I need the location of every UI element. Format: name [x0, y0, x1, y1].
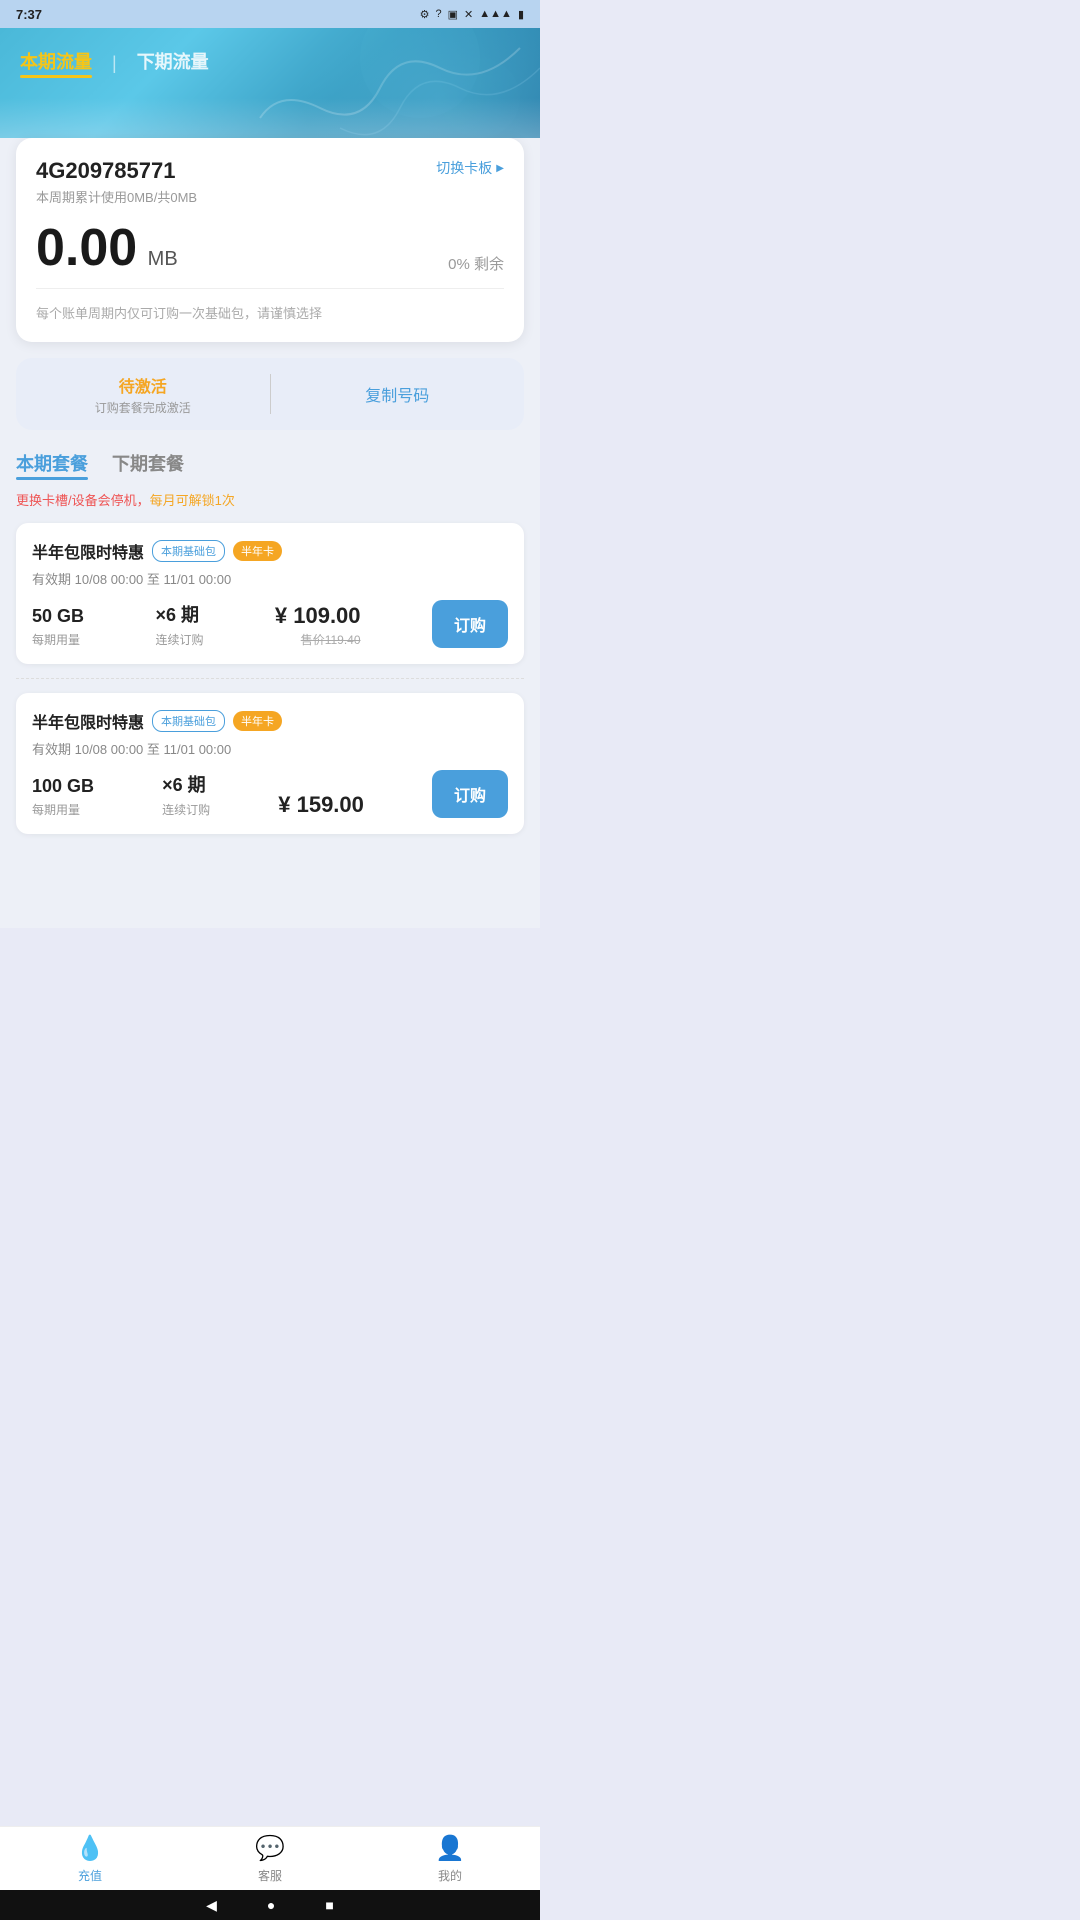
activation-status: 待激活: [119, 373, 167, 397]
pkg-periods-label-1: 连续订购: [155, 631, 203, 648]
package-section: 本期套餐 下期套餐 更换卡槽/设备会停机，每月可解锁1次 半年包限时特惠 本期基…: [16, 450, 524, 834]
activation-status-sub: 订购套餐完成激活: [95, 399, 191, 416]
sim-sub-text: 本周期累计使用0MB/共0MB: [36, 187, 197, 206]
battery-icon: ▮: [518, 8, 524, 21]
pkg-data-value-2: 100 GB: [32, 776, 94, 797]
pkg-price-1: ¥ 109.00: [275, 603, 361, 629]
pkg-badge-orange-2: 半年卡: [233, 711, 282, 731]
sim-info-left: 4G209785771 本周期累计使用0MB/共0MB: [36, 158, 197, 206]
tab-divider: |: [112, 53, 117, 74]
pkg-original-price-1: 售价119.40: [301, 631, 361, 648]
bottom-nav: 💧 充值 💬 客服 👤 我的: [0, 1826, 540, 1890]
main-content: 4G209785771 本周期累计使用0MB/共0MB 切换卡板 0.00 MB…: [0, 138, 540, 928]
pkg-title-row-2: 半年包限时特惠 本期基础包 半年卡: [32, 709, 508, 733]
tab-next-flow[interactable]: 下期流量: [137, 48, 209, 78]
pkg-periods-value-2: ×6 期: [162, 771, 210, 797]
status-bar: 7:37 ⚙ ? ▣ ✕ ▲▲▲ ▮: [0, 0, 540, 28]
pkg-data-amount-2: 100 GB 每期用量: [32, 776, 94, 818]
copy-number-area[interactable]: 复制号码: [271, 382, 525, 406]
pkg-badge-orange-1: 半年卡: [233, 541, 282, 561]
copy-number-button[interactable]: 复制号码: [365, 382, 429, 406]
status-icons: ⚙ ? ▣ ✕ ▲▲▲ ▮: [420, 8, 524, 21]
signal-icon: ▲▲▲: [479, 8, 512, 20]
mine-icon: 👤: [435, 1834, 465, 1863]
pkg-buy-button-1[interactable]: 订购: [432, 600, 508, 648]
sim-id: 4G209785771: [36, 158, 197, 184]
signal-no-icon: ✕: [464, 8, 473, 21]
pkg-badge-blue-1: 本期基础包: [152, 540, 225, 562]
usage-percent: 0% 剩余: [448, 253, 504, 274]
service-icon: 💬: [255, 1834, 285, 1863]
pkg-validity-1: 有效期 10/08 00:00 至 11/01 00:00: [32, 569, 508, 588]
percent-value: 0%: [448, 256, 470, 273]
recharge-icon: 💧: [75, 1834, 105, 1863]
warning-highlight: 每月可解锁1次: [150, 493, 235, 508]
pkg-title-1: 半年包限时特惠: [32, 539, 144, 563]
pkg-validity-2: 有效期 10/08 00:00 至 11/01 00:00: [32, 739, 508, 758]
pkg-data-amount-1: 50 GB 每期用量: [32, 606, 84, 648]
tab-next-package[interactable]: 下期套餐: [112, 450, 184, 480]
usage-display: 0.00 MB 0% 剩余: [36, 222, 504, 274]
tab-current-flow[interactable]: 本期流量: [20, 48, 92, 78]
action-row: 待激活 订购套餐完成激活 复制号码: [16, 358, 524, 430]
activation-status-area: 待激活 订购套餐完成激活: [16, 373, 270, 416]
pkg-details-row-1: 50 GB 每期用量 ×6 期 连续订购 ¥ 109.00 售价119.40 订…: [32, 600, 508, 648]
nav-item-service[interactable]: 💬 客服: [180, 1834, 360, 1884]
pkg-price-col-1: ¥ 109.00 售价119.40: [275, 603, 361, 648]
pkg-price-col-2: ¥ 159.00: [278, 792, 364, 818]
tab-current-package[interactable]: 本期套餐: [16, 450, 88, 480]
usage-number: 0.00: [36, 219, 137, 277]
package-item-1: 半年包限时特惠 本期基础包 半年卡 有效期 10/08 00:00 至 11/0…: [16, 523, 524, 664]
warning-main: 更换卡槽/设备会停机，: [16, 493, 150, 508]
card-header: 4G209785771 本周期累计使用0MB/共0MB 切换卡板: [36, 158, 504, 206]
recharge-label: 充值: [78, 1867, 102, 1884]
pkg-badge-blue-2: 本期基础包: [152, 710, 225, 732]
nav-item-mine[interactable]: 👤 我的: [360, 1834, 540, 1884]
pkg-divider: [16, 678, 524, 679]
service-label: 客服: [258, 1867, 282, 1884]
warning-text: 更换卡槽/设备会停机，每月可解锁1次: [16, 490, 524, 509]
system-nav-bar: ◀ ● ■: [0, 1890, 540, 1920]
header-tabs: 本期流量 | 下期流量: [20, 48, 520, 94]
pkg-periods-1: ×6 期 连续订购: [155, 601, 203, 648]
sim-icon: ▣: [448, 8, 458, 21]
package-item-2: 半年包限时特惠 本期基础包 半年卡 有效期 10/08 00:00 至 11/0…: [16, 693, 524, 834]
usage-divider-line: [36, 288, 504, 289]
back-button[interactable]: ◀: [206, 1897, 217, 1914]
nav-item-recharge[interactable]: 💧 充值: [0, 1834, 180, 1884]
switch-card-button[interactable]: 切换卡板: [436, 158, 504, 178]
recent-button[interactable]: ■: [325, 1897, 333, 1913]
settings-icon: ⚙: [420, 8, 430, 21]
pkg-title-row-1: 半年包限时特惠 本期基础包 半年卡: [32, 539, 508, 563]
pkg-periods-value-1: ×6 期: [155, 601, 203, 627]
pkg-buy-button-2[interactable]: 订购: [432, 770, 508, 818]
pkg-periods-label-2: 连续订购: [162, 801, 210, 818]
pkg-details-row-2: 100 GB 每期用量 ×6 期 连续订购 ¥ 159.00 订购: [32, 770, 508, 818]
mine-label: 我的: [438, 1867, 462, 1884]
pkg-price-2: ¥ 159.00: [278, 792, 364, 818]
pkg-data-value-1: 50 GB: [32, 606, 84, 627]
pkg-data-label-2: 每期用量: [32, 801, 94, 818]
sim-info-card: 4G209785771 本周期累计使用0MB/共0MB 切换卡板 0.00 MB…: [16, 138, 524, 342]
package-tabs: 本期套餐 下期套餐: [16, 450, 524, 480]
usage-note: 每个账单周期内仅可订购一次基础包，请谨慎选择: [36, 303, 504, 322]
usage-value-container: 0.00 MB: [36, 222, 178, 274]
remain-label: 剩余: [474, 256, 504, 273]
help-icon: ?: [436, 8, 442, 20]
usage-unit: MB: [148, 248, 178, 270]
pkg-periods-2: ×6 期 连续订购: [162, 771, 210, 818]
home-button[interactable]: ●: [267, 1897, 275, 1913]
pkg-data-label-1: 每期用量: [32, 631, 84, 648]
pkg-title-2: 半年包限时特惠: [32, 709, 144, 733]
status-time: 7:37: [16, 7, 42, 22]
